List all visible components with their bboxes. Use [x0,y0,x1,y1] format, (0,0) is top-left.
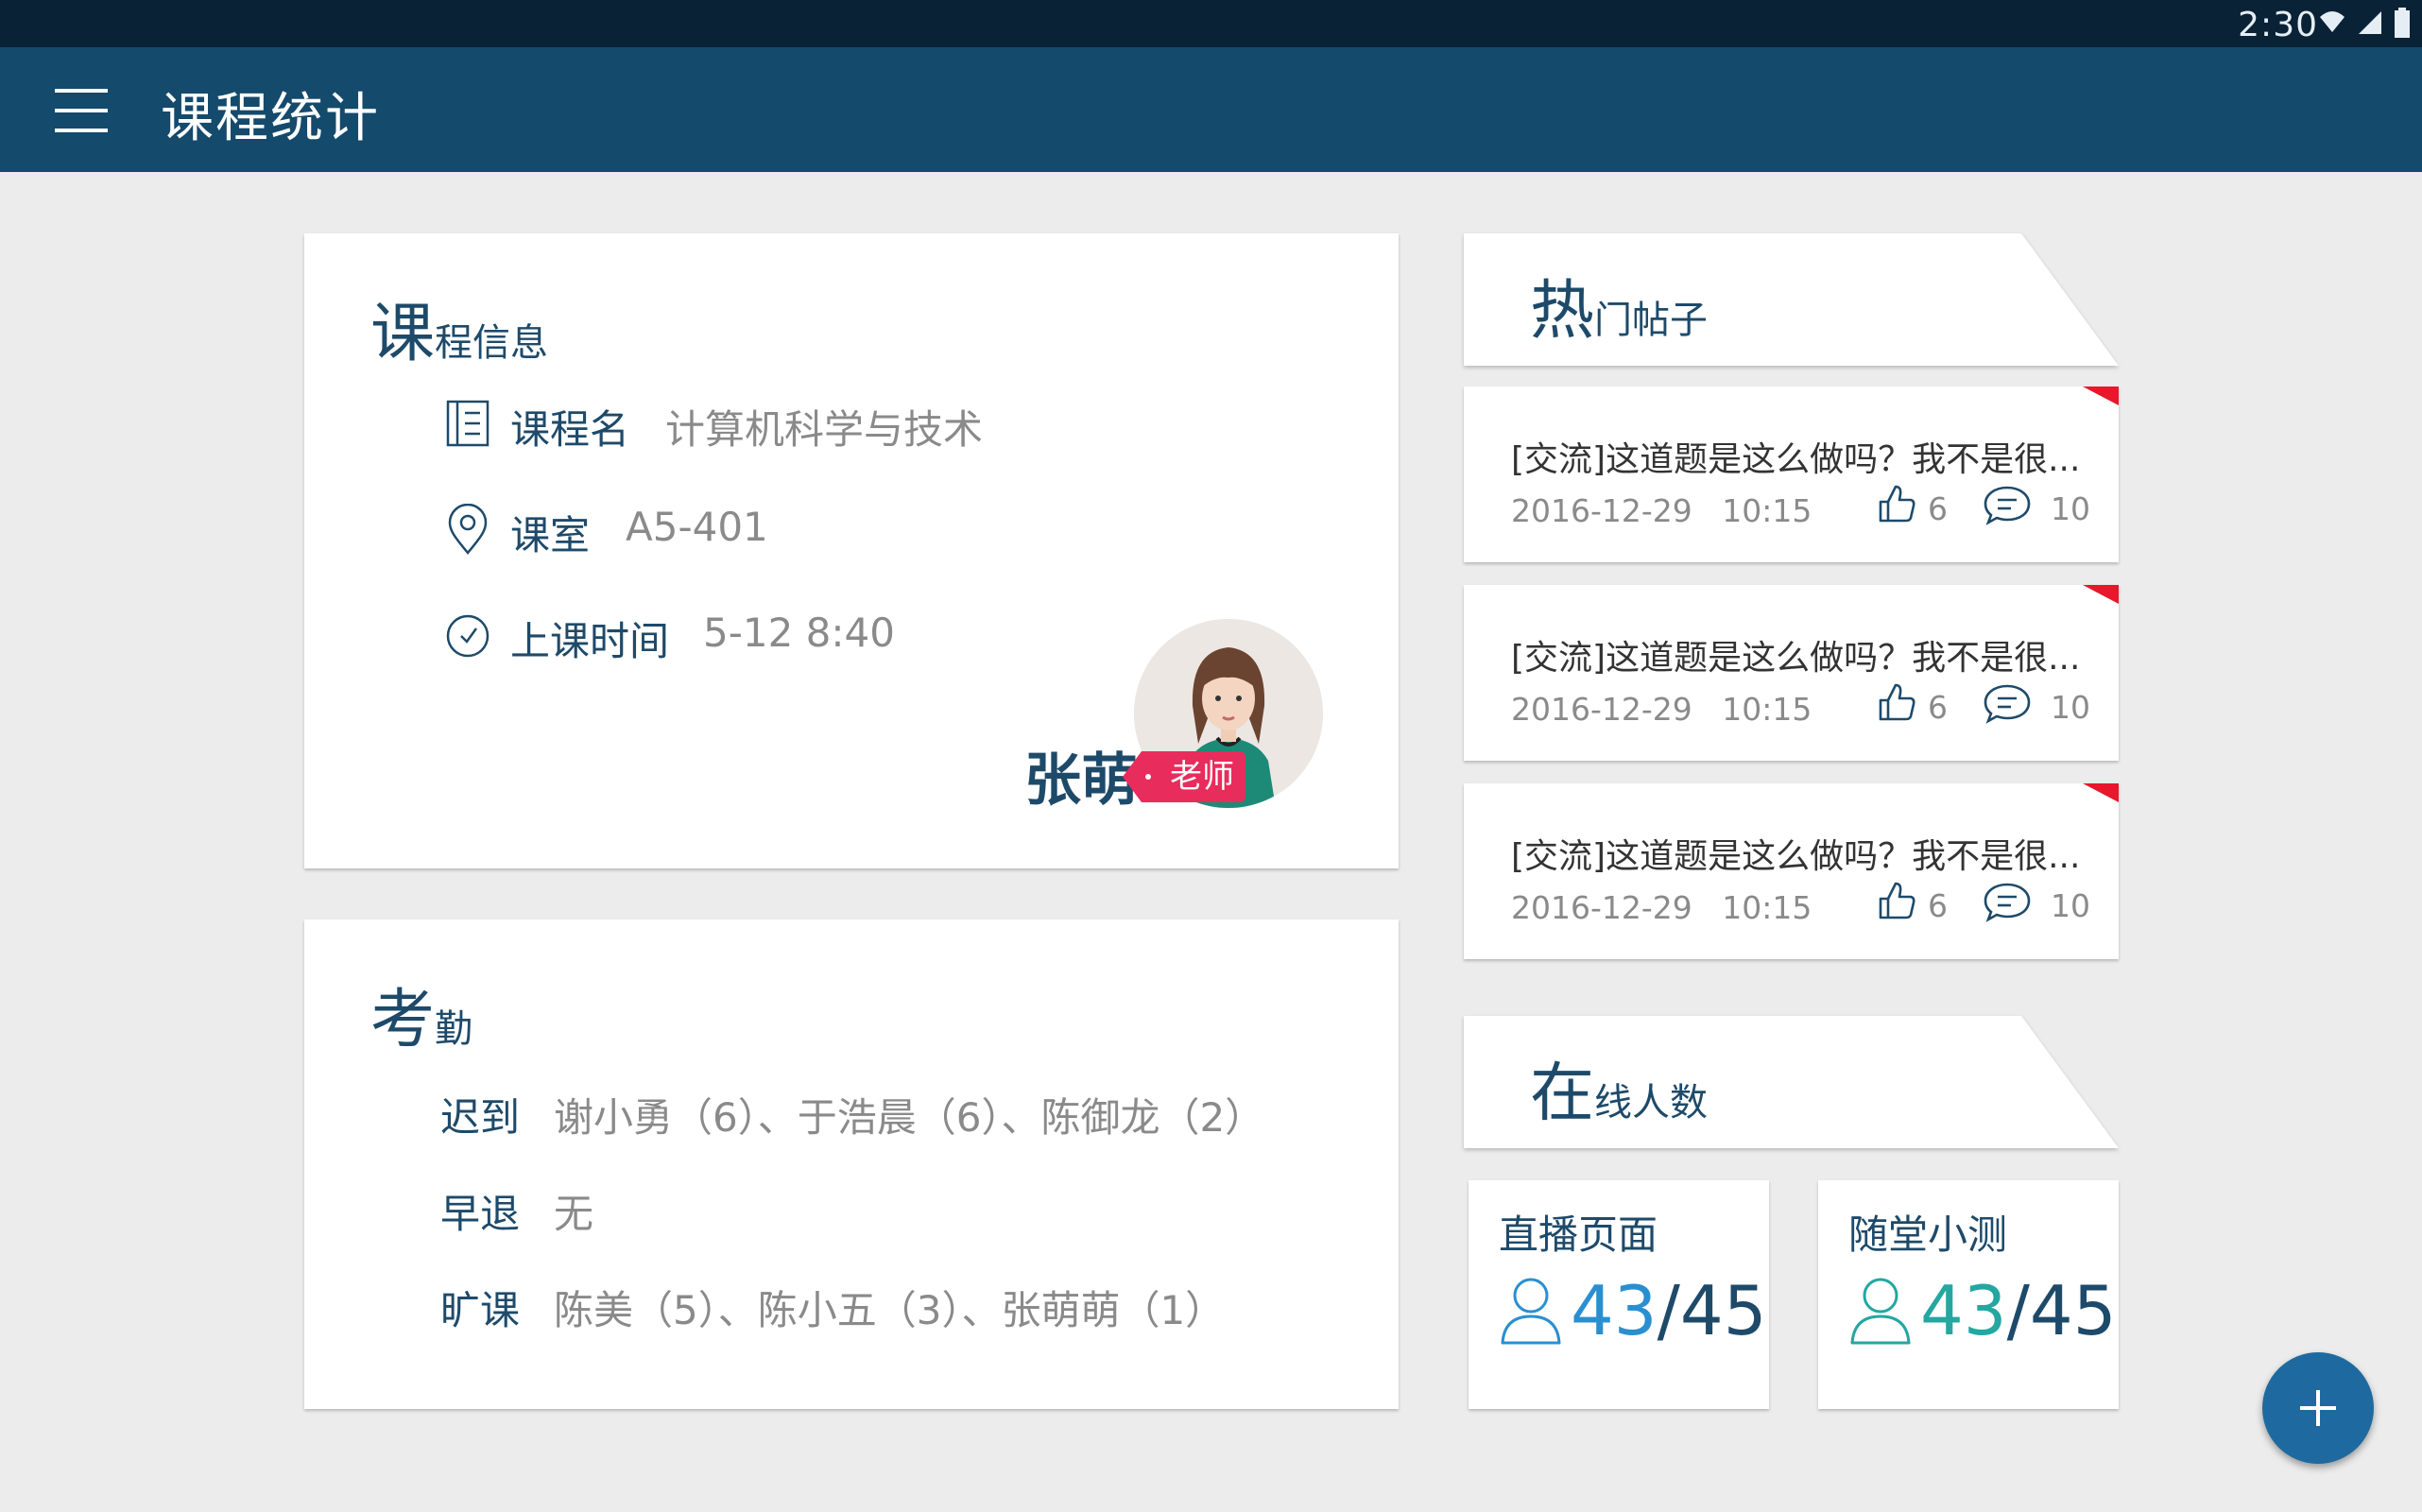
teacher-name: 张萌 [1024,747,1138,814]
document-icon [444,398,491,458]
post-card[interactable]: [交流]这道题是这么做吗？我不是很... 2016-12-29 10:15 6 … [1464,783,2119,959]
add-fab-button[interactable] [2262,1352,2374,1464]
clock-icon [444,610,491,670]
early-leave-row: 早退无 [440,1191,594,1237]
late-row: 迟到 谢小勇（6）、于浩晨（6）、陈御龙（2） [440,1094,1265,1141]
user-icon [1850,1278,1911,1345]
thumbs-up-icon[interactable] [1877,483,1916,524]
live-page-stat-card[interactable]: 直播页面 43/45 [1469,1180,1769,1409]
post-title[interactable]: [交流]这道题是这么做吗？我不是很... [1511,829,2080,878]
hamburger-menu-icon[interactable] [53,85,113,136]
hot-corner-marker [2083,585,2119,604]
teacher-role-badge: 老师 [1123,751,1245,802]
status-time: 2:30 [2238,6,2318,44]
comment-icon[interactable] [1983,882,2032,923]
stat-value: 43/45 [1920,1271,2117,1350]
signal-icon [2358,11,2381,34]
online-count-title: 在线人数 [1530,1057,1709,1131]
post-card[interactable]: [交流]这道题是这么做吗？我不是很... 2016-12-29 10:15 6 … [1464,387,2119,562]
user-icon [1501,1278,1561,1345]
attendance-card: 考勤 迟到 谢小勇（6）、于浩晨（6）、陈御龙（2） 早退无 旷课 陈美（5）、陈小… [304,919,1399,1409]
comment-icon[interactable] [1983,485,2032,526]
post-datetime: 2016-12-29 10:15 [1511,889,1812,926]
hot-posts-title: 热门帖子 [1530,274,1709,349]
location-pin-icon [444,503,491,566]
post-title[interactable]: [交流]这道题是这么做吗？我不是很... [1511,630,2080,679]
stat-label: 随堂小测 [1848,1211,2008,1258]
online-count-header: 在线人数 [1464,1016,2119,1148]
hot-corner-marker [2083,783,2119,802]
post-card[interactable]: [交流]这道题是这么做吗？我不是很... 2016-12-29 10:15 6 … [1464,585,2119,761]
attendance-title: 考勤 [370,983,473,1057]
thumbs-up-icon[interactable] [1877,681,1916,723]
course-info-title: 课程信息 [370,297,549,371]
hot-posts-header: 热门帖子 [1464,233,2119,366]
app-bar: 课程统计 [0,47,2422,172]
status-bar: 2:30 [0,0,2422,47]
status-icons [2312,8,2411,38]
stat-label: 直播页面 [1499,1211,1658,1258]
post-title[interactable]: [交流]这道题是这么做吗？我不是很... [1511,432,2080,481]
comment-icon[interactable] [1983,683,2032,725]
stat-value: 43/45 [1571,1271,1767,1350]
thumbs-up-icon[interactable] [1877,880,1916,921]
page-title: 课程统计 [161,88,380,149]
battery-icon [2395,8,2410,38]
post-datetime: 2016-12-29 10:15 [1511,492,1812,529]
post-datetime: 2016-12-29 10:15 [1511,691,1812,728]
hot-corner-marker [2083,387,2119,405]
wifi-icon [2319,11,2345,32]
quiz-stat-card[interactable]: 随堂小测 43/45 [1818,1180,2119,1409]
absent-row: 旷课 陈美（5）、陈小五（3）、张萌萌（1） [440,1287,1226,1333]
course-info-card: 课程信息 课程名 计算机科学与技术 课室 A5-401 上课时间 5-12 8:… [304,233,1399,868]
